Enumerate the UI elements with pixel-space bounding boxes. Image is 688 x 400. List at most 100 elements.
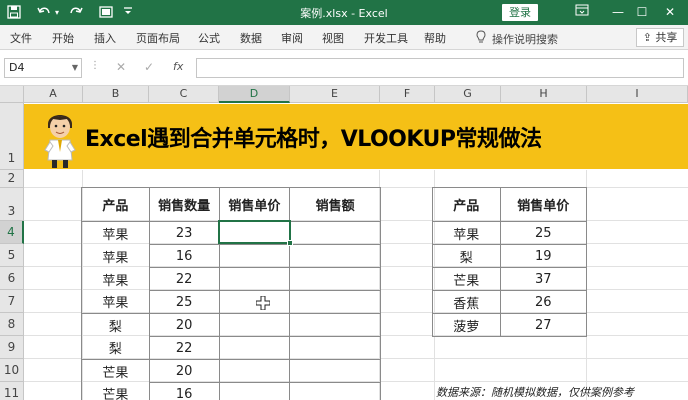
close-icon[interactable]: ✕: [652, 0, 688, 25]
row-header-6[interactable]: 6: [0, 267, 24, 290]
formula-bar-grip-icon[interactable]: ⋮: [90, 60, 100, 71]
product-cell[interactable]: 梨: [432, 244, 501, 268]
tab-page-layout[interactable]: 页面布局: [136, 30, 180, 46]
unit-price-cell[interactable]: 27: [499, 313, 588, 337]
product-cell[interactable]: 苹果: [81, 221, 150, 245]
select-all-corner[interactable]: [0, 86, 24, 103]
table-row: 苹果 25: [81, 290, 381, 314]
tab-file[interactable]: 文件: [10, 30, 32, 46]
sales-amount-cell[interactable]: [289, 336, 381, 360]
tell-me-search[interactable]: 操作说明搜索: [476, 30, 558, 47]
product-cell[interactable]: 芒果: [432, 267, 501, 291]
formula-input[interactable]: [196, 58, 684, 78]
column-header-d[interactable]: D: [219, 86, 290, 103]
login-button[interactable]: 登录: [502, 4, 538, 21]
row-header-9[interactable]: 9: [0, 336, 24, 359]
header-quantity[interactable]: 销售数量: [148, 187, 220, 222]
sales-amount-cell[interactable]: [289, 267, 381, 291]
column-header-e[interactable]: E: [290, 86, 380, 103]
quantity-cell[interactable]: 16: [148, 244, 220, 268]
column-header-a[interactable]: A: [24, 86, 83, 103]
sales-amount-cell[interactable]: [289, 221, 381, 245]
row-header-1[interactable]: 1: [0, 103, 24, 170]
quantity-cell[interactable]: 16: [148, 382, 220, 400]
product-cell[interactable]: 香蕉: [432, 290, 501, 314]
row-header-5[interactable]: 5: [0, 244, 24, 267]
header-sales-amount[interactable]: 销售额: [289, 187, 381, 222]
unit-price-cell[interactable]: 25: [499, 221, 588, 245]
share-button[interactable]: ⇪ 共享: [636, 28, 684, 47]
undo-dropdown-icon[interactable]: ▾: [52, 5, 62, 21]
product-cell[interactable]: 芒果: [81, 359, 150, 383]
tab-review[interactable]: 审阅: [281, 30, 303, 46]
save-icon[interactable]: [6, 5, 22, 21]
tab-developer[interactable]: 开发工具: [364, 30, 408, 46]
row-header-8[interactable]: 8: [0, 313, 24, 336]
column-header-b[interactable]: B: [83, 86, 149, 103]
ribbon-display-options-icon[interactable]: [564, 0, 600, 25]
title-bar: ▾ 案例.xlsx - Excel 登录 — ☐ ✕: [0, 0, 688, 25]
quantity-cell[interactable]: 20: [148, 313, 220, 337]
column-header-f[interactable]: F: [380, 86, 435, 103]
sales-amount-cell[interactable]: [289, 382, 381, 400]
tab-view[interactable]: 视图: [322, 30, 344, 46]
unit-price-cell[interactable]: [218, 244, 291, 268]
fill-handle[interactable]: [287, 240, 293, 246]
row-header-2[interactable]: 2: [0, 170, 24, 188]
column-header-c[interactable]: C: [149, 86, 219, 103]
header-product[interactable]: 产品: [432, 187, 501, 222]
column-header-i[interactable]: I: [587, 86, 688, 103]
unit-price-cell[interactable]: 37: [499, 267, 588, 291]
cancel-icon[interactable]: ✕: [116, 60, 126, 74]
tab-insert[interactable]: 插入: [94, 30, 116, 46]
row-header-10[interactable]: 10: [0, 359, 24, 382]
column-header-g[interactable]: G: [435, 86, 501, 103]
quantity-cell[interactable]: 25: [148, 290, 220, 314]
product-cell[interactable]: 菠萝: [432, 313, 501, 337]
quantity-cell[interactable]: 20: [148, 359, 220, 383]
quantity-cell[interactable]: 22: [148, 267, 220, 291]
sales-amount-cell[interactable]: [289, 359, 381, 383]
product-cell[interactable]: 梨: [81, 336, 150, 360]
unit-price-cell[interactable]: [218, 382, 291, 400]
column-header-h[interactable]: H: [501, 86, 587, 103]
sales-amount-cell[interactable]: [289, 290, 381, 314]
tab-formulas[interactable]: 公式: [198, 30, 220, 46]
quantity-cell[interactable]: 23: [148, 221, 220, 245]
header-product[interactable]: 产品: [81, 187, 150, 222]
unit-price-cell[interactable]: 26: [499, 290, 588, 314]
header-unit-price[interactable]: 销售单价: [499, 187, 588, 222]
unit-price-cell[interactable]: [218, 290, 291, 314]
sales-amount-cell[interactable]: [289, 244, 381, 268]
name-box-dropdown-icon[interactable]: ▼: [72, 59, 78, 77]
unit-price-cell[interactable]: 19: [499, 244, 588, 268]
product-cell[interactable]: 梨: [81, 313, 150, 337]
undo-icon[interactable]: [36, 5, 52, 21]
name-box[interactable]: D4 ▼: [4, 58, 82, 78]
product-cell[interactable]: 苹果: [81, 290, 150, 314]
active-cell-d4[interactable]: [218, 220, 291, 244]
product-cell[interactable]: 苹果: [432, 221, 501, 245]
insert-function-button[interactable]: fx: [173, 60, 183, 73]
unit-price-cell[interactable]: [218, 359, 291, 383]
product-cell[interactable]: 苹果: [81, 267, 150, 291]
tab-home[interactable]: 开始: [52, 30, 74, 46]
product-cell[interactable]: 苹果: [81, 244, 150, 268]
redo-icon[interactable]: [68, 5, 84, 21]
customize-toolbar-icon[interactable]: [120, 5, 136, 21]
unit-price-cell[interactable]: [218, 336, 291, 360]
touch-mode-icon[interactable]: [98, 5, 114, 21]
sales-amount-cell[interactable]: [289, 313, 381, 337]
enter-icon[interactable]: ✓: [144, 60, 154, 74]
tab-data[interactable]: 数据: [240, 30, 262, 46]
product-cell[interactable]: 芒果: [81, 382, 150, 400]
row-header-7[interactable]: 7: [0, 290, 24, 313]
unit-price-cell[interactable]: [218, 267, 291, 291]
row-header-4[interactable]: 4: [0, 221, 24, 244]
header-unit-price[interactable]: 销售单价: [218, 187, 291, 222]
quantity-cell[interactable]: 22: [148, 336, 220, 360]
unit-price-cell[interactable]: [218, 313, 291, 337]
row-header-3[interactable]: 3: [0, 188, 24, 221]
row-header-11[interactable]: 11: [0, 382, 24, 400]
tab-help[interactable]: 帮助: [424, 30, 446, 46]
